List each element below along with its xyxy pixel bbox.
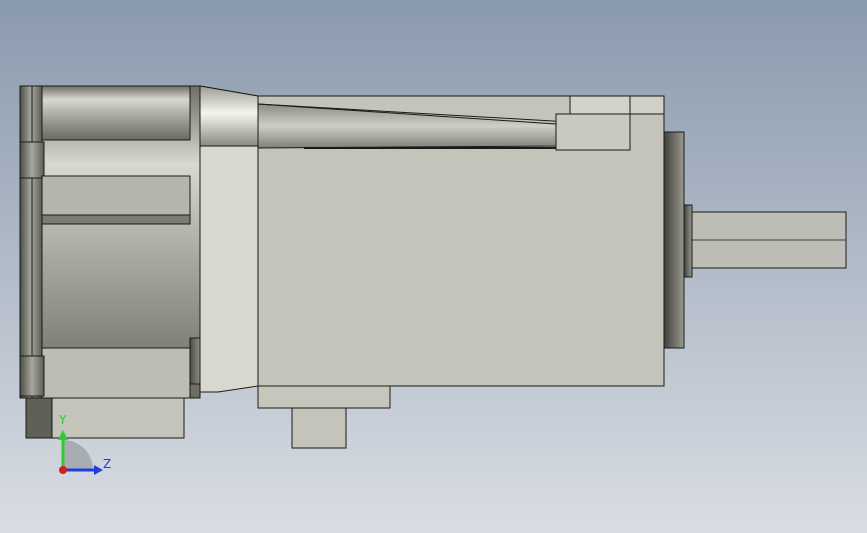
x-axis-dot	[59, 466, 67, 474]
connector-base[interactable]	[257, 385, 391, 409]
cad-viewport[interactable]: Y Z	[0, 0, 867, 533]
connector-plug[interactable]	[291, 407, 347, 449]
rear-cap[interactable]	[19, 85, 43, 399]
rear-bolt-top[interactable]	[19, 141, 45, 179]
collar-taper	[199, 85, 259, 147]
model-view[interactable]	[0, 0, 867, 533]
lower-boss[interactable]	[41, 347, 191, 399]
y-axis-label: Y	[59, 413, 67, 427]
top-boss[interactable]	[41, 85, 191, 141]
channel-end-block[interactable]	[555, 113, 631, 151]
pilot-ring	[683, 204, 693, 278]
rear-bolt-bottom[interactable]	[19, 355, 45, 397]
z-axis-label: Z	[103, 457, 112, 471]
front-flange[interactable]	[663, 131, 685, 349]
